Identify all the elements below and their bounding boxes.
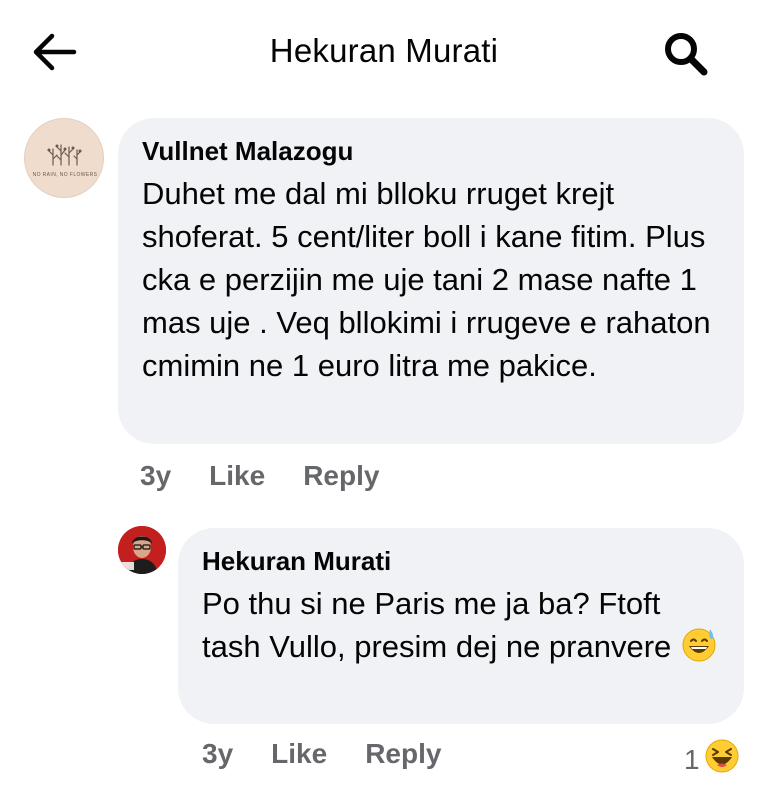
reaction-count: 1	[684, 743, 700, 775]
comment-timestamp[interactable]: 3y	[202, 738, 233, 770]
comment-text: Po thu si ne Paris me ja ba? Ftoft tash …	[202, 586, 672, 664]
like-button[interactable]: Like	[271, 738, 327, 770]
comment-timestamp[interactable]: 3y	[140, 460, 171, 492]
comment-actions: 3y Like Reply	[140, 460, 379, 492]
reply-button[interactable]: Reply	[303, 460, 379, 492]
grinning-sweat-emoji-icon	[680, 625, 718, 674]
search-button[interactable]	[660, 28, 712, 78]
like-button[interactable]: Like	[209, 460, 265, 492]
comment-text-wrap: Po thu si ne Paris me ja ba? Ftoft tash …	[202, 582, 720, 674]
floral-logo-icon: NO RAIN, NO FLOWERS	[33, 144, 98, 178]
haha-reaction-icon	[704, 738, 740, 781]
reaction-summary[interactable]: 1	[684, 738, 740, 781]
comment-text: Duhet me dal mi blloku rruget krejt shof…	[142, 176, 711, 383]
comment-bubble: Hekuran Murati Po thu si ne Paris me ja …	[178, 528, 744, 724]
page-title: Hekuran Murati	[269, 32, 499, 69]
avatar[interactable]	[118, 526, 166, 574]
top-bar: Hekuran Murati	[0, 0, 768, 104]
comment-author[interactable]: Hekuran Murati	[202, 546, 720, 576]
avatar[interactable]: NO RAIN, NO FLOWERS	[24, 118, 104, 198]
reply-button[interactable]: Reply	[365, 738, 441, 770]
comment-author[interactable]: Vullnet Malazogu	[142, 136, 720, 166]
comment-actions: 3y Like Reply	[202, 738, 441, 770]
comment-bubble: Vullnet Malazogu Duhet me dal mi blloku …	[118, 118, 744, 444]
profile-photo-icon	[118, 526, 166, 574]
avatar-brand-text: NO RAIN, NO FLOWERS	[33, 172, 98, 178]
search-icon	[665, 33, 708, 76]
